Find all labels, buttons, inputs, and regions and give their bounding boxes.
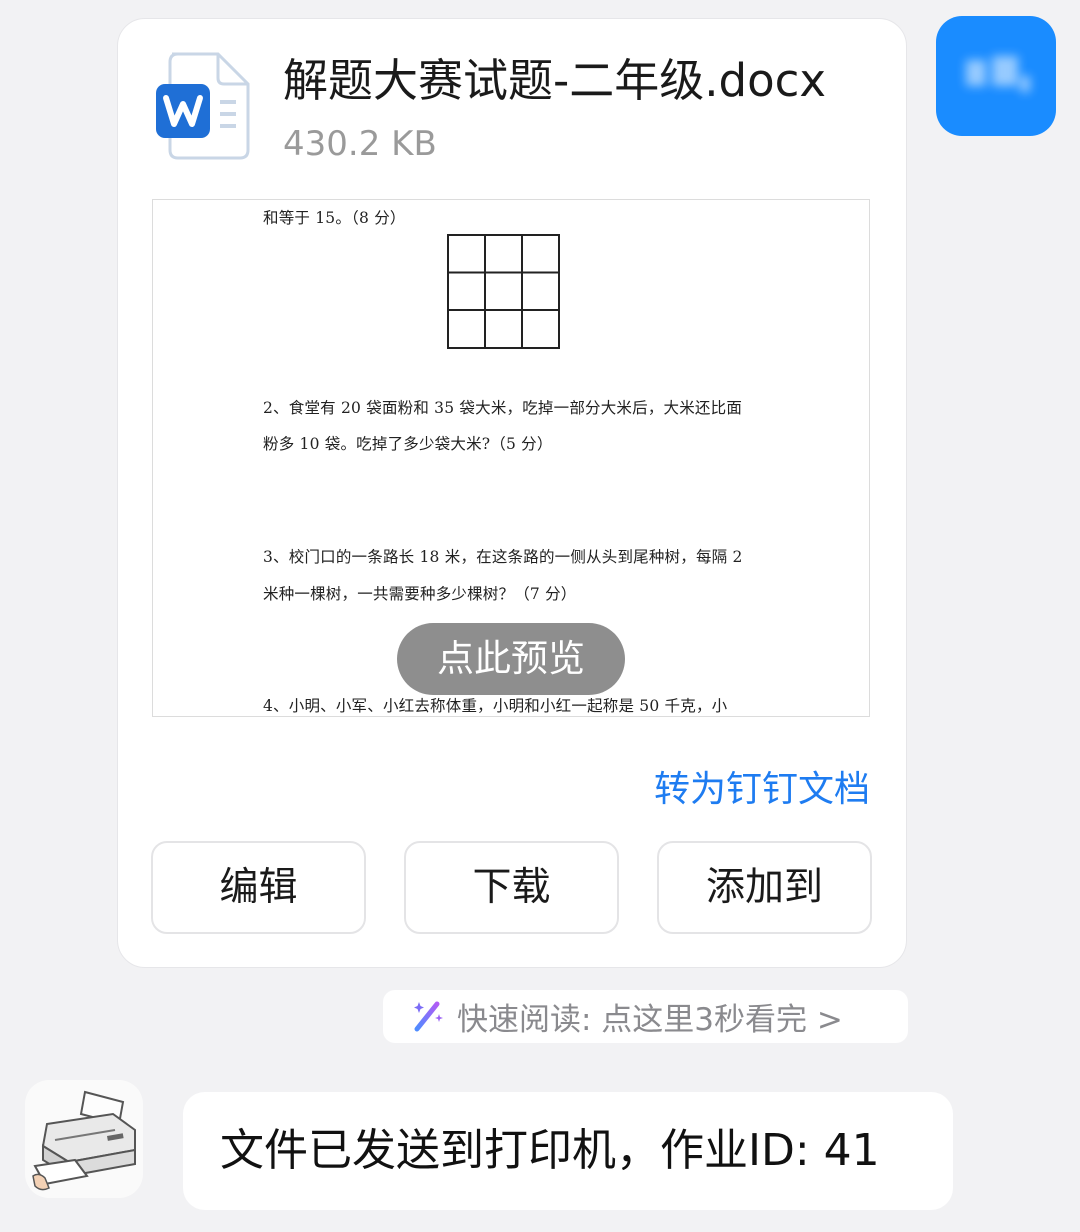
preview-line: 3、校门口的一条路长 18 米，在这条路的一侧从头到尾种树，每隔 2 xyxy=(263,548,743,566)
sender-avatar[interactable] xyxy=(936,16,1056,136)
quick-read-button[interactable]: 快速阅读: 点这里3秒看完 > xyxy=(383,990,908,1043)
number-grid xyxy=(447,234,560,349)
preview-line: 2、食堂有 20 袋面粉和 35 袋大米，吃掉一部分大米后，大米还比面 xyxy=(263,399,743,417)
printer-avatar[interactable] xyxy=(25,1080,143,1198)
preview-line: 米种一棵树，一共需要种多少棵树？（7 分） xyxy=(263,585,577,603)
preview-button[interactable]: 点此预览 xyxy=(397,623,625,695)
preview-line: 4、小明、小军、小红去称体重，小明和小红一起称是 50 千克，小 xyxy=(263,697,728,715)
convert-to-dingtalk-doc-link[interactable]: 转为钉钉文档 xyxy=(654,760,870,812)
word-document-icon xyxy=(156,52,250,160)
preview-line: 和等于 15。（8 分） xyxy=(263,209,406,227)
printer-icon xyxy=(32,1090,136,1191)
download-button[interactable]: 下载 xyxy=(404,841,619,934)
message-bubble: 文件已发送到打印机，作业ID: 41 xyxy=(183,1092,953,1210)
magic-wand-icon xyxy=(411,998,445,1036)
preview-line: 粉多 10 袋。吃掉了多少袋大米?（5 分） xyxy=(263,435,553,453)
quick-read-label: 快速阅读: 点这里3秒看完 > xyxy=(457,1002,843,1038)
file-name: 解题大赛试题-二年级.docx xyxy=(283,54,827,107)
edit-button[interactable]: 编辑 xyxy=(151,841,366,934)
add-to-button[interactable]: 添加到 xyxy=(657,841,872,934)
file-size: 430.2 KB xyxy=(283,124,437,164)
